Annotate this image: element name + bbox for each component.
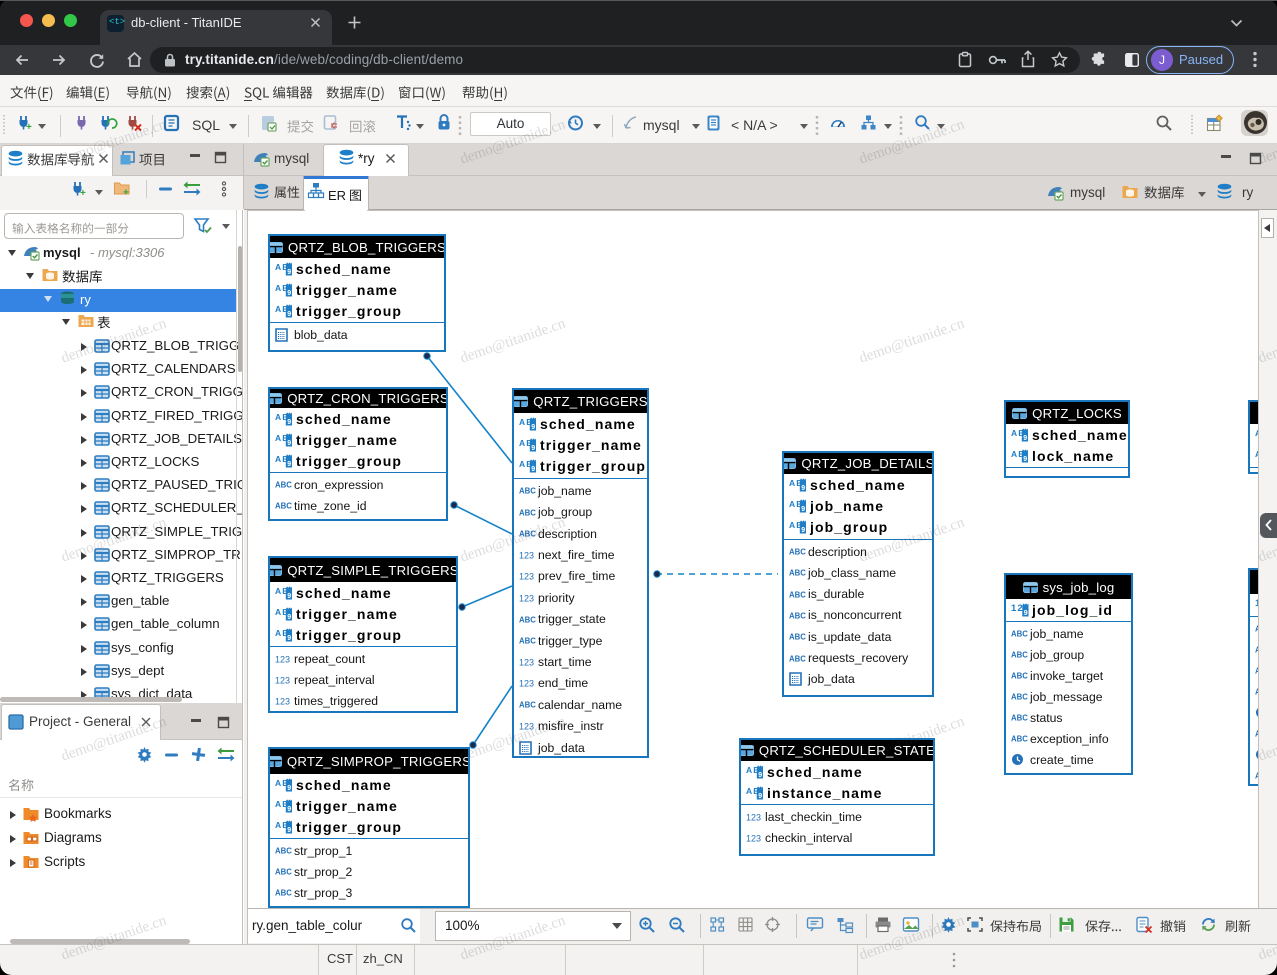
svg-text:+: +	[26, 122, 32, 133]
svg-text:+: +	[80, 188, 86, 199]
svg-text:+: +	[123, 188, 129, 199]
